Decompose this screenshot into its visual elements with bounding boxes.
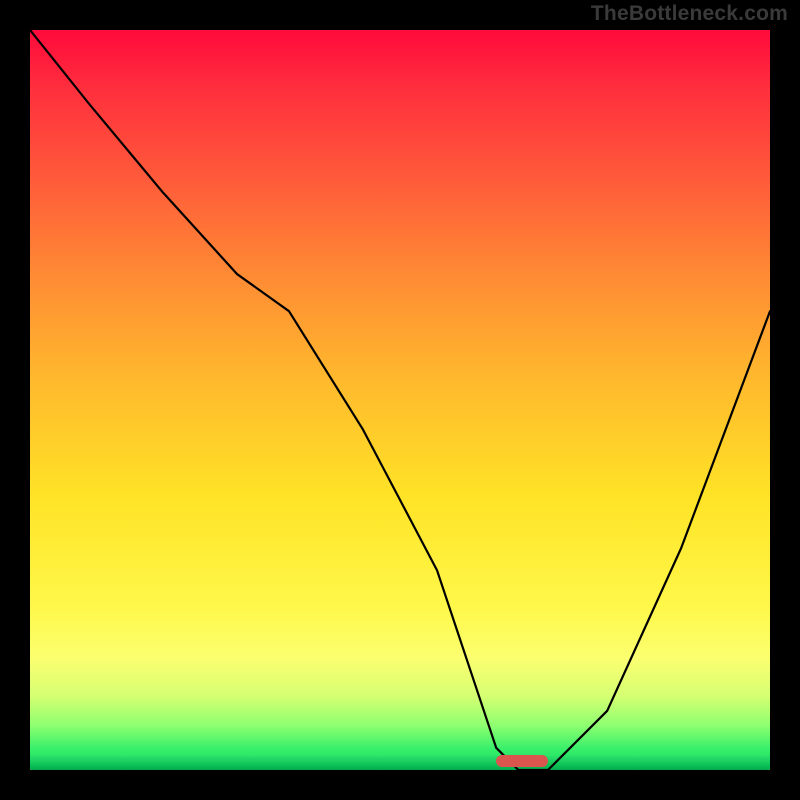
chart-frame: TheBottleneck.com	[0, 0, 800, 800]
watermark-text: TheBottleneck.com	[591, 2, 788, 26]
plot-area	[30, 30, 770, 770]
bottleneck-curve	[30, 30, 770, 770]
optimum-marker	[496, 755, 548, 767]
curve-path	[30, 30, 770, 770]
